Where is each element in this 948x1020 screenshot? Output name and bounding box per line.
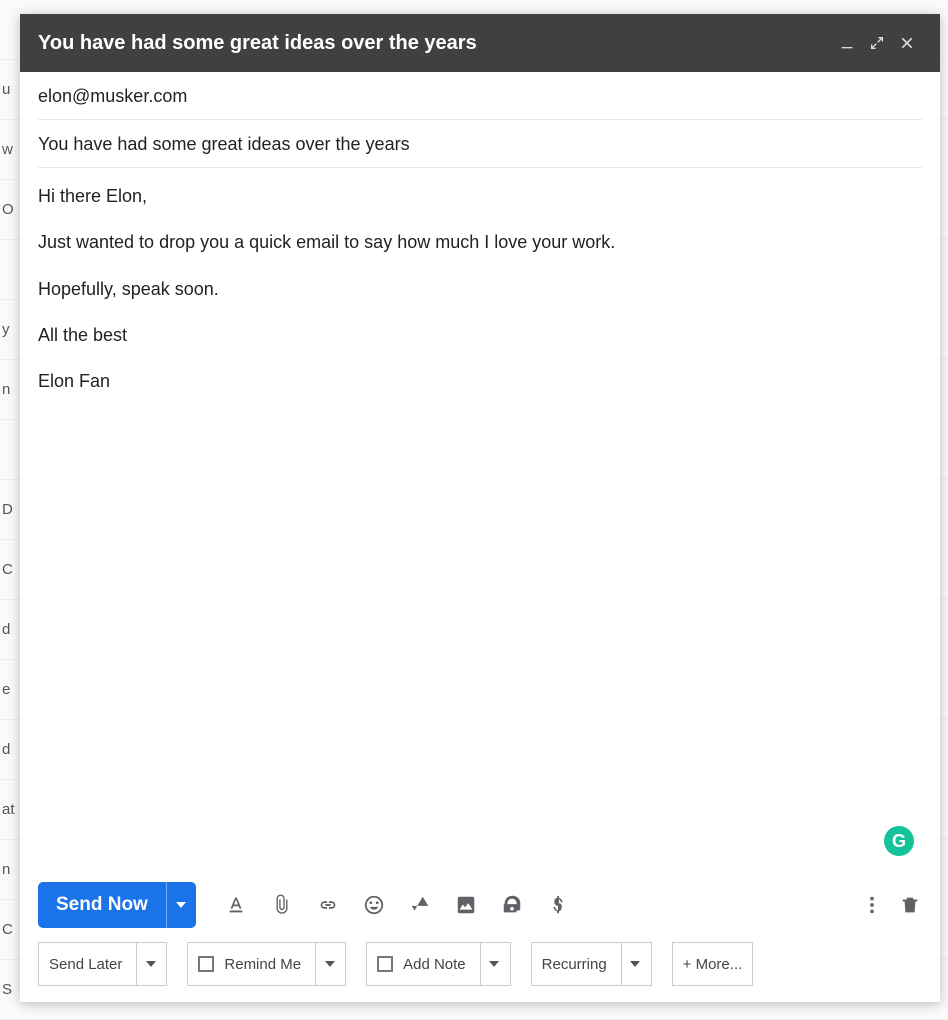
chevron-down-icon[interactable] <box>621 943 641 985</box>
minimize-icon[interactable] <box>832 28 862 58</box>
close-icon[interactable] <box>892 28 922 58</box>
add-note-chip[interactable]: Add Note <box>366 942 511 986</box>
chevron-down-icon[interactable] <box>315 943 335 985</box>
send-split-button: Send Now <box>38 882 196 928</box>
trash-icon[interactable] <box>898 893 922 917</box>
chevron-down-icon[interactable] <box>480 943 500 985</box>
body-line: Just wanted to drop you a quick email to… <box>38 230 922 254</box>
send-later-chip[interactable]: Send Later <box>38 942 167 986</box>
remind-me-chip[interactable]: Remind Me <box>187 942 346 986</box>
chevron-down-icon[interactable] <box>136 943 156 985</box>
body-line: All the best <box>38 323 922 347</box>
body-line: Elon Fan <box>38 369 922 393</box>
confidential-icon[interactable] <box>500 893 524 917</box>
compose-window: You have had some great ideas over the y… <box>20 14 940 1002</box>
drive-icon[interactable] <box>408 893 432 917</box>
to-field-row <box>38 72 922 120</box>
compose-title: You have had some great ideas over the y… <box>38 32 832 55</box>
chip-label: Remind Me <box>224 956 301 973</box>
to-field[interactable] <box>38 86 922 107</box>
formatting-icon[interactable] <box>224 893 248 917</box>
attach-icon[interactable] <box>270 893 294 917</box>
compose-titlebar: You have had some great ideas over the y… <box>20 14 940 72</box>
body-line: Hopefully, speak soon. <box>38 277 922 301</box>
format-toolbar <box>224 893 570 917</box>
body-line: Hi there Elon, <box>38 184 922 208</box>
compose-toolbar: Send Now <box>20 870 940 938</box>
checkbox-icon[interactable] <box>198 956 214 972</box>
dollar-icon[interactable] <box>546 893 570 917</box>
chip-label: Add Note <box>403 956 466 973</box>
subject-field-row <box>38 120 922 168</box>
chip-label: Recurring <box>542 956 607 973</box>
link-icon[interactable] <box>316 893 340 917</box>
grammarly-icon[interactable]: G <box>884 826 914 856</box>
compose-header-fields <box>20 72 940 168</box>
chip-label: Send Later <box>49 956 122 973</box>
extension-chips: Send Later Remind Me Add Note Recurring … <box>20 938 940 1002</box>
send-dropdown[interactable] <box>166 882 196 928</box>
send-button[interactable]: Send Now <box>38 882 166 928</box>
image-icon[interactable] <box>454 893 478 917</box>
fullscreen-icon[interactable] <box>862 28 892 58</box>
subject-field[interactable] <box>38 134 922 155</box>
recurring-chip[interactable]: Recurring <box>531 942 652 986</box>
more-chip[interactable]: + More... <box>672 942 754 986</box>
checkbox-icon[interactable] <box>377 956 393 972</box>
more-options-icon[interactable] <box>860 893 884 917</box>
emoji-icon[interactable] <box>362 893 386 917</box>
compose-body[interactable]: Hi there Elon, Just wanted to drop you a… <box>20 168 940 870</box>
chip-label: + More... <box>683 956 743 973</box>
